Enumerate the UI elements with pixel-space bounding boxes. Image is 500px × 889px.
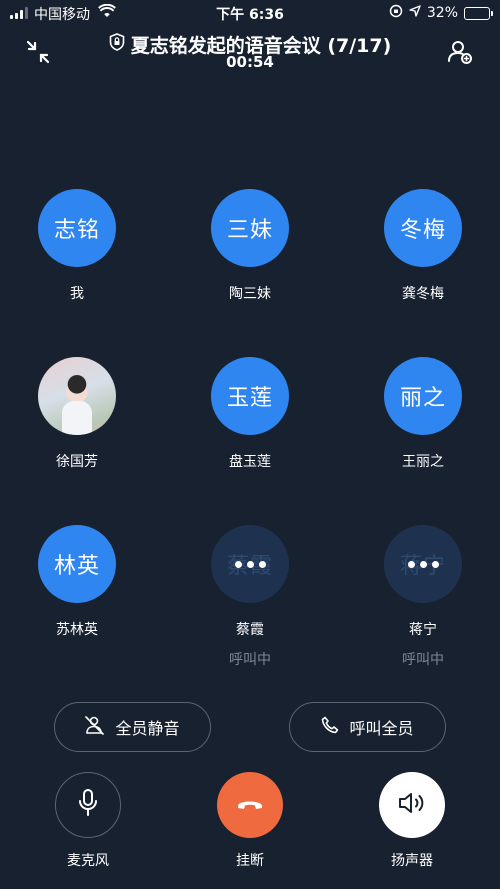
avatar-calling: 蔡霞	[211, 525, 289, 603]
calling-dots-icon	[234, 560, 266, 568]
mute-all-icon	[85, 715, 105, 739]
battery-icon	[464, 6, 493, 20]
microphone-button[interactable]	[55, 772, 121, 838]
participant-tile[interactable]: 蔡霞 蔡霞 呼叫中	[190, 525, 310, 669]
participant-name: 徐国芳	[56, 454, 98, 470]
avatar: 玉莲	[211, 357, 289, 435]
avatar: 志铭	[38, 189, 116, 267]
orientation-lock-icon	[389, 4, 403, 22]
participant-name: 陶三妹	[229, 286, 271, 302]
hangup-button[interactable]	[217, 772, 283, 838]
mute-all-button[interactable]: 全员静音	[54, 702, 211, 752]
participant-tile[interactable]: 冬梅 龚冬梅	[363, 189, 483, 303]
status-bar: 中国移动 下午 6:36 32%	[0, 0, 500, 26]
status-right: 32%	[389, 4, 493, 22]
hangup-label: 挂断	[236, 853, 264, 869]
participant-name: 苏林英	[56, 622, 98, 638]
participant-status: 呼叫中	[402, 652, 444, 668]
avatar: 三妹	[211, 189, 289, 267]
call-timer: 00:54	[226, 53, 274, 71]
phone-icon	[321, 716, 339, 738]
participant-tile[interactable]: 林英 苏林英	[17, 525, 137, 639]
avatar: 林英	[38, 525, 116, 603]
participant-name: 蔡霞	[236, 622, 264, 638]
participant-tile[interactable]: 志铭 我	[17, 189, 137, 303]
speaker-icon	[397, 791, 427, 819]
location-icon	[409, 5, 421, 21]
participant-status: 呼叫中	[229, 652, 271, 668]
participant-name: 龚冬梅	[402, 286, 444, 302]
participant-tile[interactable]: 蒋宁 蒋宁 呼叫中	[363, 525, 483, 669]
participant-name: 盘玉莲	[229, 454, 271, 470]
speaker-label: 扬声器	[391, 853, 433, 869]
hangup-control: 挂断	[195, 772, 305, 870]
microphone-label: 麦克风	[67, 853, 109, 869]
microphone-control: 麦克风	[33, 772, 143, 870]
speaker-control: 扬声器	[357, 772, 467, 870]
call-all-button[interactable]: 呼叫全员	[289, 702, 446, 752]
hangup-icon	[236, 796, 264, 815]
participant-name: 王丽之	[402, 454, 444, 470]
add-member-icon[interactable]	[446, 38, 474, 66]
call-all-label: 呼叫全员	[349, 719, 414, 738]
avatar-photo	[38, 357, 116, 435]
speaker-button[interactable]	[379, 772, 445, 838]
participant-tile[interactable]: 丽之 王丽之	[363, 357, 483, 471]
microphone-icon	[76, 788, 100, 822]
calling-dots-icon	[407, 560, 439, 568]
battery-percent: 32%	[426, 5, 458, 21]
avatar: 丽之	[384, 357, 462, 435]
participant-tile[interactable]: 徐国芳	[17, 357, 137, 471]
participant-tile[interactable]: 三妹 陶三妹	[190, 189, 310, 303]
avatar-calling: 蒋宁	[384, 525, 462, 603]
mute-all-label: 全员静音	[115, 719, 180, 738]
participant-name: 蒋宁	[409, 622, 437, 638]
participant-name: 我	[70, 286, 84, 302]
avatar: 冬梅	[384, 189, 462, 267]
participant-tile[interactable]: 玉莲 盘玉莲	[190, 357, 310, 471]
